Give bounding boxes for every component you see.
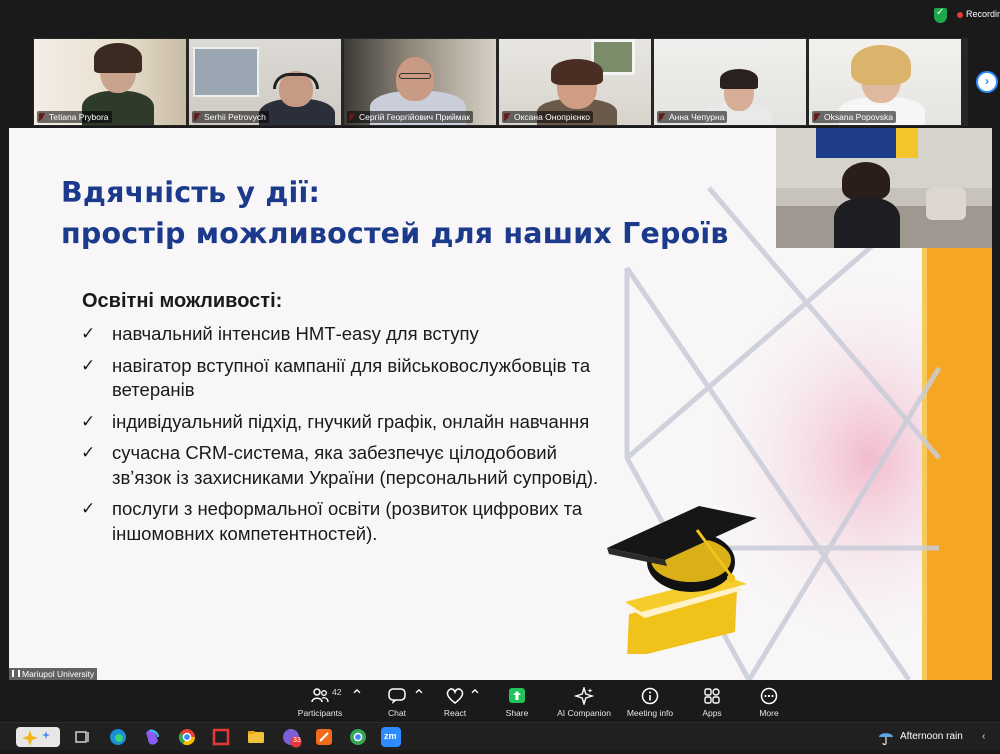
chat-label: Chat (388, 708, 406, 718)
graduation-cap-icon (607, 506, 757, 654)
bullet-list: навчальний інтенсив НМТ-easy для вступу … (79, 322, 599, 553)
share-source-text: Mariupol University (22, 669, 95, 679)
security-shield-icon[interactable] (934, 7, 947, 23)
more-button[interactable]: More (736, 686, 802, 720)
list-item: навчальний інтенсив НМТ-easy для вступу (79, 322, 599, 347)
participants-count: 42 (332, 687, 342, 697)
share-label: Share (505, 708, 529, 718)
signal-bars-icon (12, 670, 20, 677)
participant-tile[interactable]: Сергій Георгійович Приймак (344, 39, 496, 125)
more-label: More (759, 708, 779, 718)
copilot-icon[interactable] (142, 727, 162, 747)
red-app-icon[interactable] (211, 727, 231, 747)
shared-screen: Вдячність у дії: простір можливостей для… (9, 128, 992, 680)
meeting-toolbar: Participants 42 ⌃ Chat ⌃ React ⌃ Share A… (0, 682, 1000, 722)
viber-icon[interactable]: 33 (281, 727, 302, 748)
recording-label[interactable]: Recordin (966, 9, 1000, 19)
ai-companion-button[interactable]: AI Companion (551, 686, 617, 720)
participant-name: Сергій Георгійович Приймак (347, 111, 474, 123)
next-page-arrow-icon[interactable]: › (976, 71, 998, 93)
section-title: Освітні можливості: (82, 290, 283, 312)
participant-tile[interactable]: Оксана Онопрієнко (499, 39, 651, 125)
participant-name: Tetiana Prybora (37, 111, 112, 123)
share-arrow-icon (509, 688, 525, 703)
more-icon (760, 687, 778, 705)
list-item: сучасна CRM-система, яка забезпечує ціло… (79, 441, 599, 490)
top-bar: Recordin (0, 0, 1000, 32)
umbrella-rain-icon (879, 733, 893, 745)
overflow-chevron-icon[interactable]: ‹ (982, 731, 985, 742)
participants-icon (311, 688, 329, 703)
zoom-label: zm (384, 731, 397, 741)
chat-icon (388, 688, 406, 704)
participant-tile[interactable]: Oksana Popovska (809, 39, 961, 125)
recording-dot-icon (957, 12, 963, 18)
participant-tile[interactable]: Serhii Petrovych (189, 39, 341, 125)
list-item: навігатор вступної кампанії для військов… (79, 354, 599, 403)
meeting-info-label: Meeting info (626, 708, 674, 718)
participant-name: Оксана Онопрієнко (502, 111, 594, 123)
file-explorer-icon[interactable] (246, 727, 266, 747)
participant-strip: Tetiana Prybora Serhii Petrovych Сергій … (33, 38, 968, 126)
react-label: React (443, 708, 467, 718)
task-view-icon[interactable] (72, 727, 92, 747)
share-source-label: Mariupol University (9, 668, 98, 680)
speaker-video-pip[interactable] (776, 128, 992, 248)
list-item: послуги з неформальної освіти (розвиток … (79, 497, 599, 546)
participant-name: Serhii Petrovych (192, 111, 269, 123)
ai-companion-label: AI Companion (557, 708, 611, 718)
participants-button[interactable]: Participants (287, 686, 353, 720)
widgets-sparkle-icon[interactable] (16, 727, 60, 747)
apps-icon (704, 688, 720, 704)
edge-icon[interactable] (108, 727, 128, 747)
participant-name: Oksana Popovska (812, 111, 896, 123)
sparkle-icon (574, 687, 594, 705)
heart-icon (446, 688, 464, 704)
slide-title-line-2: простір можливостей для наших Героїв (61, 217, 729, 250)
chrome-icon[interactable] (177, 727, 197, 747)
react-caret[interactable]: ⌃ (464, 686, 486, 705)
meeting-info-button[interactable]: Meeting info (617, 686, 683, 720)
participant-name: Анна Чепурна (657, 111, 728, 123)
list-item: індивідуальний підхід, гнучкий графік, о… (79, 410, 599, 435)
windows-taskbar: 33 zm Afternoon rain ‹ (0, 722, 1000, 750)
share-button[interactable]: Share (484, 686, 550, 720)
participants-label: Participants (297, 708, 343, 718)
info-icon (641, 687, 659, 705)
zoom-app-icon[interactable]: zm (381, 727, 401, 747)
orange-app-icon[interactable] (314, 727, 334, 747)
participant-tile[interactable]: Tetiana Prybora (34, 39, 186, 125)
slide-title-line-1: Вдячність у дії: (61, 176, 321, 209)
viber-badge: 33 (293, 737, 301, 744)
weather-text[interactable]: Afternoon rain (900, 731, 963, 742)
chrome-profile-icon[interactable] (348, 727, 368, 747)
participant-tile[interactable]: Анна Чепурна (654, 39, 806, 125)
slide-title: Вдячність у дії: простір можливостей для… (61, 172, 729, 254)
